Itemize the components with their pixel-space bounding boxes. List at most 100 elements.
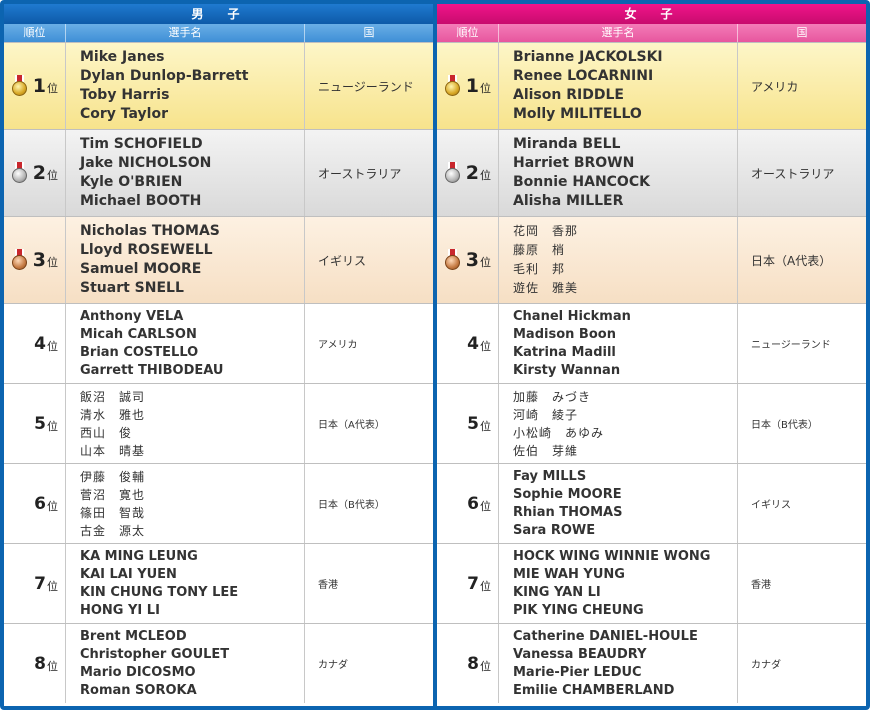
men-header-country: 国 bbox=[363, 26, 375, 39]
men-row-5: 5位 飯沼 誠司 清水 雅也 西山 俊 山本 晴基 日本（A代表） bbox=[4, 383, 433, 463]
rank-number: 4 bbox=[34, 333, 46, 354]
rank-number: 2 bbox=[32, 162, 46, 184]
athlete-name: Molly MILITELLO bbox=[513, 106, 642, 122]
athlete-name: Madison Boon bbox=[513, 326, 616, 342]
athlete-name: Chanel Hickman bbox=[513, 308, 631, 324]
athlete-name: 菅沼 寛也 bbox=[80, 487, 146, 502]
women-row-3: 3位 花岡 香那 藤原 梢 毛利 邦 遊佐 雅美 日本（A代表） bbox=[437, 216, 866, 303]
rank-number: 4 bbox=[467, 333, 479, 354]
men-row-8: 8位 Brent MCLEOD Christopher GOULET Mario… bbox=[4, 623, 433, 703]
athlete-name: Sara ROWE bbox=[513, 522, 596, 538]
names-cell: Miranda BELL Harriet BROWN Bonnie HANCOC… bbox=[499, 130, 738, 216]
athlete-name: Michael BOOTH bbox=[80, 193, 202, 209]
names-cell: Nicholas THOMAS Lloyd ROSEWELL Samuel MO… bbox=[66, 217, 305, 303]
rank-suffix: 位 bbox=[47, 419, 58, 433]
athlete-name: KING YAN LI bbox=[513, 584, 601, 600]
rank-cell: 5位 bbox=[4, 384, 66, 463]
rank-suffix: 位 bbox=[480, 659, 491, 673]
country-cell: カナダ bbox=[318, 660, 348, 671]
country-cell: カナダ bbox=[751, 660, 781, 671]
athlete-name: Brian COSTELLO bbox=[80, 344, 199, 360]
women-row-2: 2位 Miranda BELL Harriet BROWN Bonnie HAN… bbox=[437, 129, 866, 216]
names-cell: Tim SCHOFIELD Jake NICHOLSON Kyle O'BRIE… bbox=[66, 130, 305, 216]
athlete-name: Mike Janes bbox=[80, 49, 165, 65]
rank-number: 8 bbox=[467, 653, 479, 674]
rank-number: 3 bbox=[465, 249, 479, 271]
athlete-name: Stuart SNELL bbox=[80, 280, 184, 296]
rank-cell: 1位 bbox=[4, 43, 66, 129]
rank-suffix: 位 bbox=[480, 169, 491, 182]
athlete-name: Rhian THOMAS bbox=[513, 504, 623, 520]
women-title: 女 子 bbox=[437, 4, 866, 24]
men-panel: 男 子 順位 選手名 国 1位 Mike Janes Dylan Dunlop-… bbox=[4, 4, 433, 706]
rank-number: 6 bbox=[34, 493, 46, 514]
rank-number: 5 bbox=[467, 413, 479, 434]
athlete-name: Katrina Madill bbox=[513, 344, 616, 360]
athlete-name: Kirsty Wannan bbox=[513, 362, 621, 378]
rank-cell: 3位 bbox=[437, 217, 499, 303]
women-row-8: 8位 Catherine DANIEL-HOULE Vanessa BEAUDR… bbox=[437, 623, 866, 703]
rank-number: 1 bbox=[32, 75, 46, 97]
rank-cell: 6位 bbox=[437, 464, 499, 543]
names-cell: Mike Janes Dylan Dunlop-Barrett Toby Har… bbox=[66, 43, 305, 129]
athlete-name: Christopher GOULET bbox=[80, 646, 230, 662]
athlete-name: 遊佐 雅美 bbox=[513, 281, 579, 295]
country-cell: 日本（B代表） bbox=[318, 500, 385, 511]
athlete-name: Garrett THIBODEAU bbox=[80, 362, 224, 378]
rank-cell: 7位 bbox=[4, 544, 66, 623]
rank-suffix: 位 bbox=[47, 82, 58, 95]
rank-suffix: 位 bbox=[480, 82, 491, 95]
athlete-name: Toby Harris bbox=[80, 87, 170, 103]
athlete-name: Renee LOCARNINI bbox=[513, 68, 654, 84]
rank-suffix: 位 bbox=[47, 659, 58, 673]
rank-cell: 8位 bbox=[4, 624, 66, 703]
country-cell: アメリカ bbox=[751, 79, 799, 94]
athlete-name: 西山 俊 bbox=[80, 425, 133, 440]
silver-medal-icon bbox=[11, 162, 27, 184]
women-row-6: 6位 Fay MILLS Sophie MOORE Rhian THOMAS S… bbox=[437, 463, 866, 543]
athlete-name: 飯沼 誠司 bbox=[80, 389, 146, 404]
athlete-name: Kyle O'BRIEN bbox=[80, 174, 183, 190]
athlete-name: Roman SOROKA bbox=[80, 682, 197, 698]
athlete-name: Harriet BROWN bbox=[513, 155, 635, 171]
rank-number: 1 bbox=[465, 75, 479, 97]
athlete-name: PIK YING CHEUNG bbox=[513, 602, 644, 618]
rank-number: 5 bbox=[34, 413, 46, 434]
rank-number: 7 bbox=[467, 573, 479, 594]
athlete-name: 藤原 梢 bbox=[513, 243, 566, 257]
rank-suffix: 位 bbox=[480, 339, 491, 353]
rank-cell: 1位 bbox=[437, 43, 499, 129]
bronze-medal-icon bbox=[444, 249, 460, 271]
country-cell: 香港 bbox=[751, 580, 771, 591]
women-row-1: 1位 Brianne JACKOLSKI Renee LOCARNINI Ali… bbox=[437, 42, 866, 129]
rank-cell: 8位 bbox=[437, 624, 499, 703]
country-cell: イギリス bbox=[751, 500, 791, 511]
athlete-name: Marie-Pier LEDUC bbox=[513, 664, 642, 680]
athlete-name: 山本 晴基 bbox=[80, 443, 146, 458]
athlete-name: Fay MILLS bbox=[513, 468, 587, 484]
names-cell: Catherine DANIEL-HOULE Vanessa BEAUDRY M… bbox=[499, 624, 738, 703]
names-cell: 伊藤 俊輔 菅沼 寛也 篠田 智哉 古金 源太 bbox=[66, 464, 305, 543]
rank-suffix: 位 bbox=[480, 579, 491, 593]
athlete-name: KA MING LEUNG bbox=[80, 548, 198, 564]
athlete-name: 古金 源太 bbox=[80, 523, 146, 538]
names-cell: Brianne JACKOLSKI Renee LOCARNINI Alison… bbox=[499, 43, 738, 129]
athlete-name: KIN CHUNG TONY LEE bbox=[80, 584, 239, 600]
athlete-name: MIE WAH YUNG bbox=[513, 566, 625, 582]
men-row-3: 3位 Nicholas THOMAS Lloyd ROSEWELL Samuel… bbox=[4, 216, 433, 303]
athlete-name: KAI LAI YUEN bbox=[80, 566, 177, 582]
country-cell: 香港 bbox=[318, 580, 338, 591]
athlete-name: Sophie MOORE bbox=[513, 486, 622, 502]
men-header-name: 選手名 bbox=[66, 24, 305, 42]
women-panel: 女 子 順位 選手名 国 1位 Brianne JACKOLSKI Renee … bbox=[437, 4, 866, 706]
athlete-name: Lloyd ROSEWELL bbox=[80, 242, 213, 258]
names-cell: 飯沼 誠司 清水 雅也 西山 俊 山本 晴基 bbox=[66, 384, 305, 463]
men-row-6: 6位 伊藤 俊輔 菅沼 寛也 篠田 智哉 古金 源太 日本（B代表） bbox=[4, 463, 433, 543]
rank-cell: 7位 bbox=[437, 544, 499, 623]
athlete-name: 花岡 香那 bbox=[513, 224, 579, 238]
men-row-4: 4位 Anthony VELA Micah CARLSON Brian COST… bbox=[4, 303, 433, 383]
athlete-name: 毛利 邦 bbox=[513, 262, 566, 276]
women-row-4: 4位 Chanel Hickman Madison Boon Katrina M… bbox=[437, 303, 866, 383]
country-cell: オーストラリア bbox=[318, 166, 402, 181]
athlete-name: Emilie CHAMBERLAND bbox=[513, 682, 675, 698]
